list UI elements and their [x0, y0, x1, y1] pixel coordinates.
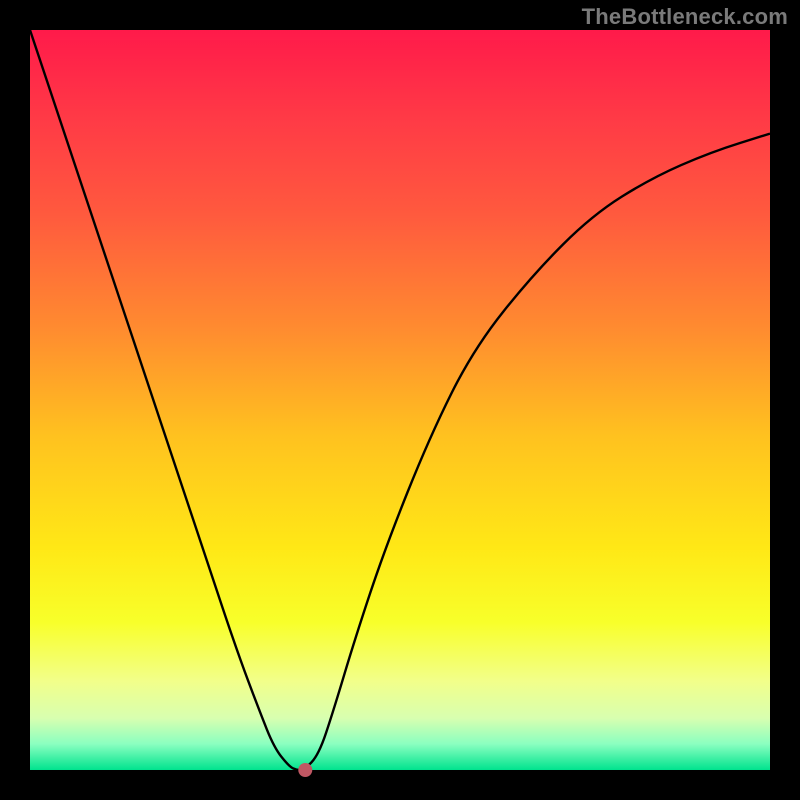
plot-background — [30, 30, 770, 770]
optimal-point-marker — [298, 763, 312, 777]
bottleneck-chart — [0, 0, 800, 800]
watermark-text: TheBottleneck.com — [582, 4, 788, 30]
chart-frame: TheBottleneck.com — [0, 0, 800, 800]
